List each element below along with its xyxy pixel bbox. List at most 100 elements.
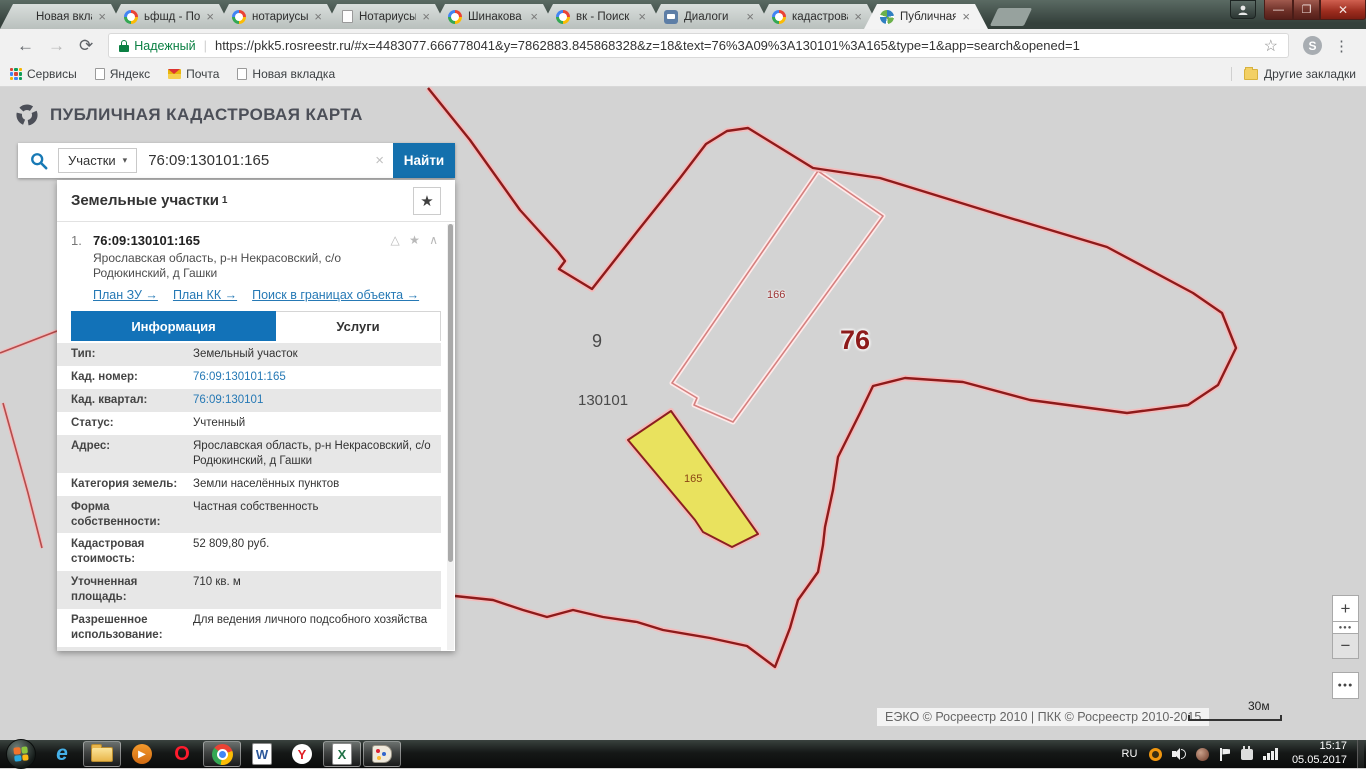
taskbar-internet-explorer[interactable]: e: [43, 741, 81, 767]
tab-cadastre-search[interactable]: кадастровая ×: [756, 4, 880, 29]
tab-title: Публичная: [900, 10, 957, 23]
show-desktop-button[interactable]: [1357, 740, 1364, 768]
tab-close-icon[interactable]: ×: [98, 10, 106, 23]
tab-services[interactable]: Услуги: [276, 311, 441, 341]
map-label-parcel-165: 165: [684, 473, 703, 485]
warning-icon[interactable]: △: [391, 233, 403, 247]
other-bookmarks-button[interactable]: Другие закладки: [1231, 66, 1356, 81]
folder-icon: [1244, 66, 1259, 80]
bookmark-services[interactable]: Сервисы: [10, 67, 77, 81]
parcel-line: [0, 330, 58, 354]
browser-menu-icon[interactable]: ⋮: [1334, 37, 1350, 55]
zoom-in-button[interactable]: +: [1332, 595, 1359, 621]
url-text[interactable]: https://pkk5.rosreestr.ru/#x=4483077.666…: [215, 38, 1258, 53]
result-item[interactable]: 1. 76:09:130101:165 △ ★ ∧ Ярославская об…: [57, 222, 455, 302]
close-button[interactable]: ✕: [1320, 0, 1366, 20]
profile-button[interactable]: [1230, 0, 1256, 19]
new-tab-button[interactable]: [989, 8, 1033, 26]
table-row: Уточненная площадь: 710 кв. м: [57, 571, 441, 610]
tray-app-brown-icon[interactable]: [1196, 747, 1210, 761]
tab-notaries[interactable]: Нотариусы ×: [324, 4, 448, 29]
volume-icon[interactable]: [1172, 748, 1187, 760]
panel-header: Земельные участки 1 ★: [57, 180, 455, 222]
search-icon[interactable]: [30, 152, 48, 170]
tab-dialogs[interactable]: Диалоги ×: [648, 4, 772, 29]
back-icon[interactable]: ←: [17, 36, 34, 56]
map-viewport[interactable]: 9 130101 76 166 165 ПУБЛИЧНАЯ КАДАСТРОВА…: [0, 87, 1366, 740]
tab-search-1[interactable]: ьфшд - Пои ×: [108, 4, 232, 29]
bookmark-new-tab[interactable]: Новая вкладка: [237, 67, 335, 81]
language-indicator[interactable]: RU: [1122, 748, 1138, 760]
tab-close-icon[interactable]: ×: [638, 10, 646, 23]
start-button[interactable]: [6, 739, 36, 769]
bookmark-star-icon[interactable]: ☆: [1264, 36, 1278, 56]
tray-app-orange-icon[interactable]: [1149, 747, 1163, 761]
tab-search-2[interactable]: нотариусы ×: [216, 4, 340, 29]
tab-close-icon[interactable]: ×: [206, 10, 214, 23]
find-button[interactable]: Найти: [393, 143, 455, 178]
row-value-link[interactable]: 76:09:130101:165: [189, 369, 441, 386]
panel-scrollbar[interactable]: [447, 224, 454, 650]
link-plan-zu[interactable]: План ЗУ →: [93, 288, 158, 302]
zoom-out-button[interactable]: −: [1332, 633, 1359, 659]
clear-search-icon[interactable]: ×: [366, 152, 393, 169]
taskbar-media-player[interactable]: ▶: [123, 741, 161, 767]
taskbar-opera[interactable]: O: [163, 741, 201, 767]
paint-icon: [372, 745, 392, 763]
taskbar-paint[interactable]: [363, 741, 401, 767]
tab-title: Диалоги: [684, 10, 729, 23]
link-plan-kk[interactable]: План КК →: [173, 288, 237, 302]
row-value-link[interactable]: 76:09:130101: [189, 392, 441, 409]
taskbar-explorer[interactable]: [83, 741, 121, 767]
taskbar-excel[interactable]: X: [323, 741, 361, 767]
bookmark-label: Яндекс: [109, 67, 151, 81]
map-tools-button[interactable]: ●●●: [1332, 672, 1359, 699]
maximize-button[interactable]: ❐: [1293, 0, 1320, 20]
tab-new-tab[interactable]: Новая вкладка ×: [0, 4, 124, 29]
search-category-label: Участки: [68, 153, 116, 168]
zoom-slider-dots[interactable]: ●●●: [1332, 621, 1359, 633]
tab-close-icon[interactable]: ×: [746, 10, 754, 23]
bookmark-label: Сервисы: [27, 67, 77, 81]
forward-icon[interactable]: →: [48, 36, 65, 56]
folder-icon: [91, 743, 113, 762]
network-signal-icon[interactable]: [1263, 748, 1278, 760]
system-tray: RU 15:17 05.05.2017: [1122, 740, 1364, 768]
tab-vk-search[interactable]: вк - Поиск в ×: [540, 4, 664, 29]
table-row: Форма собственности: Частная собственнос…: [57, 495, 441, 534]
tab-shinakova[interactable]: Шинакова К ×: [432, 4, 556, 29]
search-input[interactable]: 76:09:130101:165: [137, 152, 366, 169]
browser-tab-bar: Новая вкладка × ьфшд - Пои × нотариусы ×…: [0, 0, 1366, 29]
power-plug-icon[interactable]: [1241, 745, 1254, 760]
reload-icon[interactable]: ⟳: [79, 36, 93, 56]
tab-information[interactable]: Информация: [71, 311, 276, 341]
taskbar-word[interactable]: W: [243, 741, 281, 767]
taskbar-yandex-browser[interactable]: Y: [283, 741, 321, 767]
minimize-button[interactable]: —: [1264, 0, 1293, 20]
result-address: Ярославская область, р-н Некрасовский, с…: [93, 251, 341, 280]
bookmark-yandex[interactable]: Яндекс: [94, 67, 151, 81]
security-label[interactable]: Надежный: [134, 39, 195, 53]
action-center-flag-icon[interactable]: [1219, 747, 1231, 761]
google-favicon-icon: [772, 10, 786, 24]
favorites-button[interactable]: ★: [413, 186, 441, 215]
collapse-chevron-icon[interactable]: ∧: [429, 233, 441, 247]
tab-close-icon[interactable]: ×: [962, 10, 970, 23]
tab-close-icon[interactable]: ×: [854, 10, 862, 23]
scrollbar-thumb[interactable]: [448, 224, 453, 562]
skype-extension-icon[interactable]: S: [1303, 36, 1322, 55]
tab-close-icon[interactable]: ×: [422, 10, 430, 23]
page-icon: [94, 68, 105, 80]
clock[interactable]: 15:17 05.05.2017: [1292, 740, 1347, 768]
bookmark-mail[interactable]: Почта: [168, 67, 219, 81]
tab-close-icon[interactable]: ×: [530, 10, 538, 23]
tab-public-cadastral-map-active[interactable]: Публичная ×: [864, 4, 988, 29]
result-index: 1.: [71, 233, 82, 248]
taskbar-chrome-active[interactable]: [203, 741, 241, 767]
star-icon[interactable]: ★: [409, 233, 423, 247]
url-bar[interactable]: Надежный | https://pkk5.rosreestr.ru/#x=…: [108, 33, 1289, 58]
search-category-dropdown[interactable]: Участки ▾: [58, 148, 138, 173]
link-search-in-bounds[interactable]: Поиск в границах объекта →: [252, 288, 419, 302]
tab-close-icon[interactable]: ×: [314, 10, 322, 23]
quarter-boundary-halo: [425, 87, 1239, 670]
